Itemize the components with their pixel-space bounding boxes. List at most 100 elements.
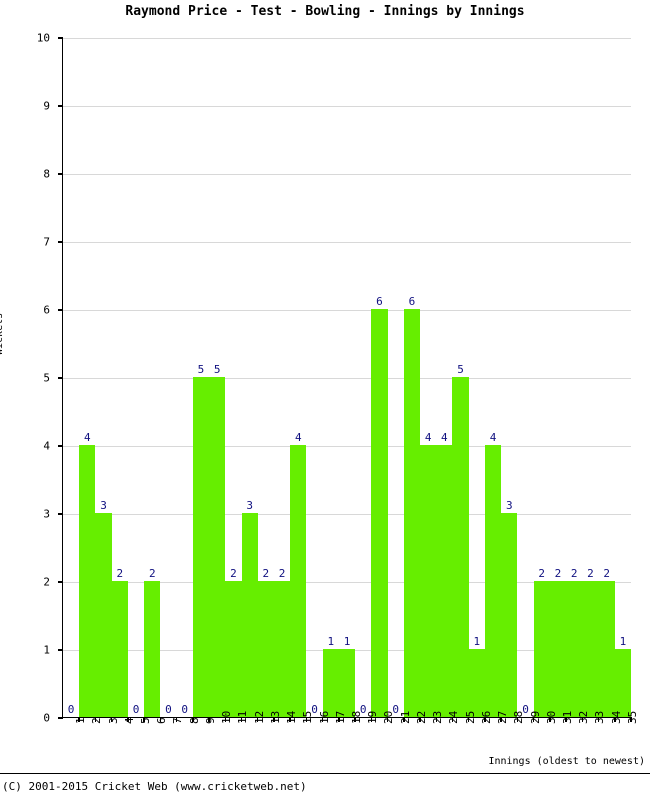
x-axis-tick-label: 34 xyxy=(609,710,623,724)
x-axis-tick-label: 29 xyxy=(528,710,542,724)
bar-value-label: 3 xyxy=(246,499,253,512)
bar-value-label: 2 xyxy=(538,567,546,580)
y-axis-tick xyxy=(58,377,63,379)
gridline xyxy=(63,106,631,107)
bar xyxy=(144,581,161,717)
y-axis-tick xyxy=(58,717,63,719)
x-axis-tick-label: 15 xyxy=(301,710,315,724)
x-axis-tick-label: 1 xyxy=(74,717,88,724)
bar-value-label: 0 xyxy=(67,703,75,716)
y-axis-tick-label: 5 xyxy=(43,371,50,385)
bar xyxy=(79,445,96,717)
gridline xyxy=(63,514,631,515)
x-axis-tick-label: 20 xyxy=(382,710,396,724)
x-axis-tick-label: 16 xyxy=(317,710,331,724)
y-axis-tick xyxy=(58,37,63,39)
footer-copyright: (C) 2001-2015 Cricket Web (www.cricketwe… xyxy=(2,780,307,793)
y-axis-tick xyxy=(58,173,63,175)
y-axis-tick xyxy=(58,649,63,651)
y-axis-tick xyxy=(58,241,63,243)
bar-value-label: 4 xyxy=(295,431,302,444)
gridline xyxy=(63,38,631,39)
x-axis-tick-label: 23 xyxy=(431,710,445,724)
bar-value-label: 6 xyxy=(408,295,416,308)
bar-value-label: 4 xyxy=(424,431,432,444)
x-axis-tick-label: 13 xyxy=(268,710,282,724)
bar xyxy=(338,649,356,717)
x-axis-tick-label: 32 xyxy=(577,710,591,724)
bar-value-label: 4 xyxy=(441,431,448,444)
bar-value-label: 2 xyxy=(554,567,562,580)
x-axis-tick-label: 26 xyxy=(479,710,493,724)
bar-value-label: 4 xyxy=(84,431,91,444)
bar-value-label: 6 xyxy=(376,295,383,308)
x-axis-tick-label: 12 xyxy=(252,710,266,724)
bar xyxy=(95,513,112,717)
bar xyxy=(468,649,485,717)
bar-value-label: 0 xyxy=(165,703,172,716)
bar xyxy=(420,445,437,717)
y-axis-tick-label: 10 xyxy=(36,31,50,45)
x-axis-tick-label: 28 xyxy=(512,710,526,724)
bar-value-label: 1 xyxy=(619,635,627,648)
bar-value-label: 2 xyxy=(148,567,156,580)
bar-value-label: 0 xyxy=(132,703,140,716)
x-axis-tick-label: 10 xyxy=(220,710,234,724)
bar xyxy=(241,513,258,717)
bar xyxy=(484,445,502,717)
bar xyxy=(533,581,550,717)
bar xyxy=(566,581,583,717)
bar-value-label: 1 xyxy=(473,635,481,648)
gridline xyxy=(63,310,631,311)
x-axis-tick-label: 30 xyxy=(544,710,558,724)
bar xyxy=(225,581,242,717)
y-axis-tick xyxy=(58,581,63,583)
y-axis-tick-label: 0 xyxy=(43,711,50,725)
x-axis-tick-label: 11 xyxy=(236,710,250,724)
bar-value-label: 1 xyxy=(343,635,351,648)
bar-value-label: 2 xyxy=(278,567,286,580)
bar xyxy=(614,649,631,717)
x-axis-tick-label: 7 xyxy=(171,717,185,724)
x-axis-tick-label: 25 xyxy=(463,710,477,724)
y-axis-tick xyxy=(58,105,63,107)
bar xyxy=(273,581,291,717)
x-axis-tick-label: 3 xyxy=(106,717,120,724)
bar-value-label: 0 xyxy=(181,703,189,716)
bar xyxy=(403,309,421,717)
gridline xyxy=(63,378,631,379)
bowling-innings-chart: Raymond Price - Test - Bowling - Innings… xyxy=(0,0,650,800)
bar xyxy=(582,581,599,717)
x-axis-tick-label: 8 xyxy=(187,717,201,724)
x-axis-tick-label: 27 xyxy=(496,710,510,724)
bar-value-label: 1 xyxy=(327,635,335,648)
bar xyxy=(111,581,128,717)
y-axis-tick-label: 6 xyxy=(43,303,50,317)
bar-value-label: 2 xyxy=(116,567,124,580)
y-axis-tick-label: 3 xyxy=(43,507,50,521)
y-axis-tick xyxy=(58,309,63,311)
bar xyxy=(501,513,518,717)
y-axis-tick-label: 2 xyxy=(43,575,50,589)
x-axis-tick-label: 18 xyxy=(350,710,363,724)
y-axis-tick xyxy=(58,445,63,447)
bar-value-label: 5 xyxy=(457,363,464,376)
y-axis-tick xyxy=(58,513,63,515)
x-axis-tick-label: 9 xyxy=(203,717,217,724)
bar-value-label: 2 xyxy=(587,567,594,580)
bar-value-label: 2 xyxy=(603,567,610,580)
gridline xyxy=(63,174,631,175)
x-axis-tick-label: 4 xyxy=(122,717,136,724)
x-axis-tick-label: 2 xyxy=(90,717,104,724)
x-axis-tick-label: 22 xyxy=(414,710,428,724)
bar xyxy=(257,581,274,717)
bar xyxy=(598,581,615,717)
x-axis-tick-label: 17 xyxy=(333,710,347,724)
x-axis-tick-label: 21 xyxy=(398,710,412,724)
x-axis-tick-label: 14 xyxy=(285,710,299,724)
bar-value-label: 3 xyxy=(505,499,513,512)
y-axis-tick-labels: 0 1 2 3 4 5 6 7 8 9 10 xyxy=(0,32,58,725)
footer-divider xyxy=(0,773,650,774)
bar xyxy=(549,581,567,717)
gridline xyxy=(63,446,631,447)
